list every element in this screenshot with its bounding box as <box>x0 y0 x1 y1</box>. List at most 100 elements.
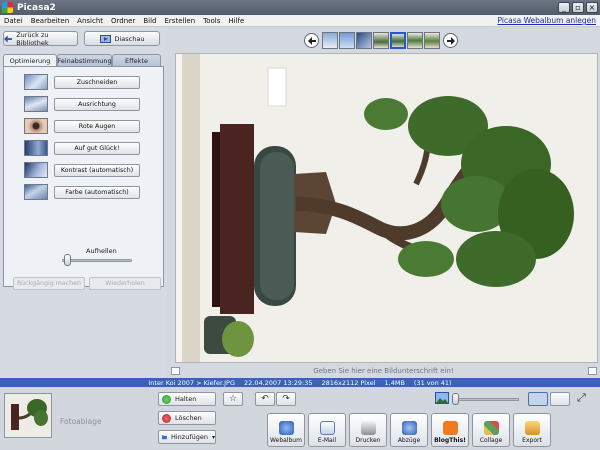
tool-row-straighten: Ausrichtung <box>24 95 140 113</box>
tray-label: Fotoablage <box>60 417 102 426</box>
rotate-right-button[interactable]: ↷ <box>276 392 296 406</box>
filmstrip-thumbnail[interactable] <box>373 32 389 49</box>
tool-row-red-eye: Rote Augen <box>24 117 140 135</box>
blogger-icon <box>442 421 458 435</box>
menu-bild[interactable]: Bild <box>139 17 160 25</box>
red-eye-button[interactable]: Rote Augen <box>54 119 140 133</box>
export-button[interactable]: Export <box>513 413 551 447</box>
prints-order-label: Abzüge <box>397 437 421 444</box>
menu-erstellen[interactable]: Erstellen <box>161 17 200 25</box>
photo-tray: Fotoablage Halten Löschen Hinzufügen ▾ ☆… <box>0 387 600 450</box>
star-button[interactable]: ☆ <box>223 392 243 406</box>
status-dimensions: 2816x2112 Pixel <box>321 378 376 387</box>
im-feeling-lucky-button[interactable]: Auf gut Glück! <box>54 141 140 155</box>
menu-ordner[interactable]: Ordner <box>107 17 139 25</box>
filmstrip-thumbnail[interactable] <box>424 32 440 49</box>
tab-effekte[interactable]: Effekte <box>112 54 161 66</box>
hold-label: Halten <box>175 395 197 403</box>
compare-view-button[interactable] <box>550 392 570 406</box>
tab-feinabstimmung[interactable]: Feinabstimmung <box>57 54 112 66</box>
slideshow-button[interactable]: Diaschau <box>84 31 160 46</box>
zoom-slider[interactable] <box>453 398 519 401</box>
straighten-button[interactable]: Ausrichtung <box>54 97 140 111</box>
status-date: 22.04.2007 13:29:35 <box>243 378 313 387</box>
export-label: Export <box>522 437 542 444</box>
picasa-logo-icon <box>2 2 13 13</box>
redo-button[interactable]: Wiederholen <box>89 277 161 290</box>
tray-thumbnail[interactable] <box>4 393 52 438</box>
zoom-image-icon <box>435 392 449 404</box>
fill-light-slider-knob[interactable] <box>64 254 71 266</box>
collage-button[interactable]: Collage <box>472 413 510 447</box>
remove-button[interactable]: Löschen <box>158 411 216 425</box>
previous-photo-button[interactable] <box>304 33 319 48</box>
minimize-button[interactable]: _ <box>558 2 570 13</box>
rotate-left-button[interactable]: ↶ <box>255 392 275 406</box>
green-dot-icon <box>162 394 171 404</box>
title-bar: Picasa2 _ ▫ × <box>0 0 600 15</box>
status-position: (31 von 41) <box>413 378 452 387</box>
web-album-icon <box>278 421 294 435</box>
menu-bearbeiten[interactable]: Bearbeiten <box>27 17 73 25</box>
caption-bar: Geben Sie hier eine Bildunterschrift ein… <box>167 364 600 378</box>
hold-button[interactable]: Halten <box>158 392 216 406</box>
close-button[interactable]: × <box>586 2 598 13</box>
remove-label: Löschen <box>175 414 202 422</box>
filmstrip-thumbnail[interactable] <box>407 32 423 49</box>
email-label: E-Mail <box>317 437 337 444</box>
chevron-down-icon: ▾ <box>211 433 215 441</box>
edit-panel: Zurück zu Bibliothek Diaschau Optimierun… <box>0 27 167 378</box>
zoom-slider-knob[interactable] <box>452 393 459 405</box>
auto-color-button[interactable]: Farbe (automatisch) <box>54 185 140 199</box>
tab-optimierung[interactable]: Optimierung <box>3 54 57 66</box>
add-to-label: Hinzufügen <box>170 433 208 441</box>
back-to-library-label: Zurück zu Bibliothek <box>16 30 49 47</box>
straighten-thumbnail <box>24 96 48 112</box>
email-button[interactable]: E-Mail <box>308 413 346 447</box>
filmstrip-thumbnail[interactable] <box>356 32 372 49</box>
collage-icon <box>483 421 499 435</box>
menu-datei[interactable]: Datei <box>0 17 27 25</box>
window-controls: _ ▫ × <box>558 2 598 13</box>
globe-icon <box>401 421 417 435</box>
undo-button[interactable]: Rückgängig machen <box>13 277 85 290</box>
crop-button[interactable]: Zuschneiden <box>54 75 140 89</box>
tool-box: Zuschneiden Ausrichtung Rote Augen Auf g… <box>3 66 164 290</box>
bonsai-photo <box>176 54 597 362</box>
tool-row-crop: Zuschneiden <box>24 73 140 91</box>
next-photo-button[interactable] <box>443 33 458 48</box>
web-album-link[interactable]: Picasa Webalbum anlegen <box>498 16 596 25</box>
fill-light-slider[interactable] <box>62 259 132 262</box>
window-title: Picasa2 <box>17 2 56 13</box>
back-to-library-button[interactable]: Zurück zu Bibliothek <box>3 30 78 47</box>
menu-hilfe[interactable]: Hilfe <box>224 17 248 25</box>
status-size: 1,4MB <box>384 378 405 387</box>
tool-row-lucky: Auf gut Glück! <box>24 139 140 157</box>
caption-input[interactable]: Geben Sie hier eine Bildunterschrift ein… <box>167 367 600 375</box>
tool-row-color: Farbe (automatisch) <box>24 183 140 201</box>
print-button[interactable]: Drucken <box>349 413 387 447</box>
filmstrip-thumbnail[interactable] <box>339 32 355 49</box>
webalbum-label: Webalbum <box>270 437 302 444</box>
maximize-button[interactable]: ▫ <box>572 2 584 13</box>
photo-display[interactable] <box>175 53 598 363</box>
red-dot-icon <box>162 413 171 423</box>
fullscreen-arrows-icon[interactable]: ⤢ <box>577 391 586 405</box>
printer-icon <box>360 421 376 435</box>
photo-viewer: Geben Sie hier eine Bildunterschrift ein… <box>167 27 600 378</box>
status-path: Inter Koi 2007 > Kiefer.JPG <box>148 378 235 387</box>
add-to-button[interactable]: Hinzufügen ▾ <box>158 430 216 444</box>
filmstrip-thumbnail[interactable] <box>322 32 338 49</box>
prints-order-button[interactable]: Abzüge <box>390 413 428 447</box>
arrow-left-icon <box>307 36 316 45</box>
single-view-button[interactable] <box>528 392 548 406</box>
folder-icon <box>162 435 167 440</box>
menu-tools[interactable]: Tools <box>199 17 224 25</box>
webalbum-button[interactable]: Webalbum <box>267 413 305 447</box>
caption-toggle-right[interactable] <box>588 367 597 375</box>
filmstrip-thumbnail-selected[interactable] <box>390 32 406 49</box>
menu-ansicht[interactable]: Ansicht <box>73 17 107 25</box>
blogthis-button[interactable]: BlogThis! <box>431 413 469 447</box>
auto-contrast-button[interactable]: Kontrast (automatisch) <box>54 163 140 177</box>
collage-label: Collage <box>479 437 503 444</box>
